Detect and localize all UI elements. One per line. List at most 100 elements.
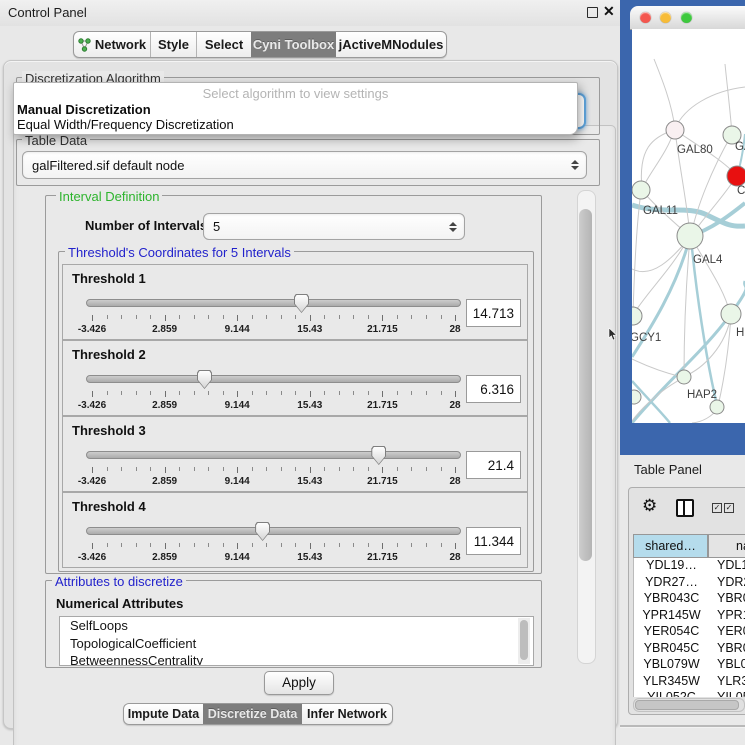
tick-mark	[295, 391, 296, 395]
algorithm-option-manual-discretization[interactable]: Manual Discretization	[17, 102, 151, 117]
network-node-h[interactable]	[721, 304, 741, 324]
slider-track[interactable]	[86, 527, 461, 535]
slider-thumb[interactable]	[371, 446, 386, 465]
tab-infer-network[interactable]: Infer Network	[302, 704, 392, 724]
network-canvas[interactable]: GAL80GACGAL11GAL4GCY1HHAP2	[632, 29, 745, 423]
tick-mark	[310, 543, 311, 549]
numerical-attributes-list[interactable]: SelfLoopsTopologicalCoefficientBetweenne…	[59, 616, 534, 666]
table-row[interactable]: YBR043CYBR043C	[634, 591, 745, 608]
table-row[interactable]: YLR345WYLR345W	[634, 674, 745, 691]
tick-label: 21.715	[360, 400, 404, 411]
apply-button[interactable]: Apply	[264, 671, 334, 695]
column-header-na[interactable]: na	[708, 534, 745, 558]
settings-scrollbar[interactable]	[577, 190, 596, 664]
network-node-gal80[interactable]	[666, 121, 684, 139]
threshold-value-field[interactable]: 21.4	[466, 451, 521, 479]
slider-track[interactable]	[86, 299, 461, 307]
tick-label: 2.859	[143, 324, 187, 335]
network-edge[interactable]	[675, 87, 745, 129]
num-intervals-combobox[interactable]: 5	[203, 213, 465, 240]
tick-mark	[223, 315, 224, 319]
close-traffic-light-icon[interactable]	[640, 12, 651, 23]
attribute-list-item[interactable]: SelfLoops	[60, 617, 533, 635]
tab-impute-data[interactable]: Impute Data	[124, 704, 203, 724]
network-node-c[interactable]	[727, 166, 745, 186]
threshold-slider[interactable]: -3.4262.8599.14415.4321.71528	[86, 446, 461, 490]
tick-label: -3.426	[70, 400, 114, 411]
minimize-traffic-light-icon[interactable]	[660, 12, 671, 23]
threshold-label: Threshold 3	[72, 423, 146, 438]
table-row[interactable]: YPR145WYPR145W	[634, 608, 745, 625]
table-horizontal-scrollbar[interactable]	[633, 698, 745, 712]
tab-style[interactable]: Style	[150, 32, 196, 57]
slider-track[interactable]	[86, 451, 461, 459]
scrollbar-thumb[interactable]	[579, 209, 592, 561]
cell-name: YDR27…	[709, 575, 745, 592]
tick-mark	[339, 315, 340, 319]
network-edge[interactable]	[654, 59, 675, 129]
threshold-box: Threshold 4 -3.4262.8599.14415.4321.7152…	[62, 492, 528, 568]
checkbox-icon[interactable]: ✓	[724, 503, 734, 513]
table-row[interactable]: YER054CYER054C	[634, 624, 745, 641]
table-row[interactable]: YBR045CYBR045C	[634, 641, 745, 658]
table-row[interactable]: YIL052CYIL052C	[634, 690, 745, 697]
scrollbar-thumb[interactable]	[635, 700, 739, 710]
slider-thumb[interactable]	[197, 370, 212, 389]
network-node-hap2[interactable]	[677, 370, 691, 384]
network-edge[interactable]	[632, 359, 682, 377]
tick-mark	[121, 315, 122, 319]
network-node-gal4[interactable]	[677, 223, 703, 249]
tab-jactivemnodules[interactable]: jActiveMNodules	[336, 32, 446, 57]
table-row[interactable]: YBL079WYBL079W	[634, 657, 745, 674]
slider-track[interactable]	[86, 375, 461, 383]
threshold-slider[interactable]: -3.4262.8599.14415.4321.71528	[86, 370, 461, 414]
network-edge[interactable]	[691, 237, 730, 313]
table-row[interactable]: YDR27…YDR27…	[634, 575, 745, 592]
tick-mark	[382, 315, 383, 321]
tab-network[interactable]: Network	[74, 32, 150, 57]
threshold-value-field[interactable]: 14.713	[466, 299, 521, 327]
network-node[interactable]	[632, 390, 641, 404]
split-columns-icon[interactable]	[676, 499, 694, 517]
tick-mark	[223, 467, 224, 471]
tick-mark	[252, 315, 253, 319]
column-header-shared-[interactable]: shared…	[633, 534, 708, 558]
table-panel-title: Table Panel	[634, 462, 702, 477]
close-icon[interactable]: ✕	[603, 3, 615, 20]
cell-shared-name: YDL19…	[634, 558, 709, 575]
table-row[interactable]: YDL19…YDL19…	[634, 558, 745, 575]
network-node-gal11[interactable]	[632, 181, 650, 199]
scrollbar-thumb[interactable]	[520, 620, 528, 660]
table-data-combobox[interactable]: galFiltered.sif default node	[22, 151, 587, 179]
network-edge[interactable]	[641, 130, 674, 189]
slider-thumb[interactable]	[255, 522, 270, 541]
threshold-value-field[interactable]: 11.344	[466, 527, 521, 555]
spinner-arrows-icon	[570, 160, 579, 170]
checkbox-icon[interactable]: ✓	[712, 503, 722, 513]
float-window-icon[interactable]	[587, 7, 598, 18]
algorithm-option-equal-width-frequency-discretization[interactable]: Equal Width/Frequency Discretization	[17, 117, 234, 132]
attribute-list-item[interactable]: BetweennessCentrality	[60, 652, 533, 666]
spinner-arrows-icon	[448, 222, 457, 232]
threshold-value-field[interactable]: 6.316	[466, 375, 521, 403]
attributes-scrollbar[interactable]	[518, 618, 530, 664]
slider-thumb[interactable]	[294, 294, 309, 313]
cell-shared-name: YER054C	[634, 624, 709, 641]
threshold-slider[interactable]: -3.4262.8599.14415.4321.71528	[86, 294, 461, 338]
tab-cyni-toolbox[interactable]: Cyni Toolbox	[251, 32, 336, 57]
tab-discretize-data[interactable]: Discretize Data	[203, 704, 302, 724]
network-edge[interactable]	[725, 64, 732, 134]
network-edge[interactable]	[633, 237, 689, 315]
zoom-traffic-light-icon[interactable]	[681, 12, 692, 23]
network-node-gcy1[interactable]	[632, 307, 642, 325]
network-node[interactable]	[710, 400, 724, 414]
tab-select[interactable]: Select	[196, 32, 251, 57]
cell-shared-name: YLR345W	[634, 674, 709, 691]
threshold-slider[interactable]: -3.4262.8599.14415.4321.71528	[86, 522, 461, 566]
attribute-list-item[interactable]: TopologicalCoefficient	[60, 635, 533, 653]
tick-mark	[368, 543, 369, 547]
network-edge[interactable]	[642, 131, 674, 189]
tab-label: Cyni Toolbox	[253, 37, 334, 52]
gear-icon[interactable]: ⚙	[642, 497, 657, 514]
tick-mark	[324, 543, 325, 547]
